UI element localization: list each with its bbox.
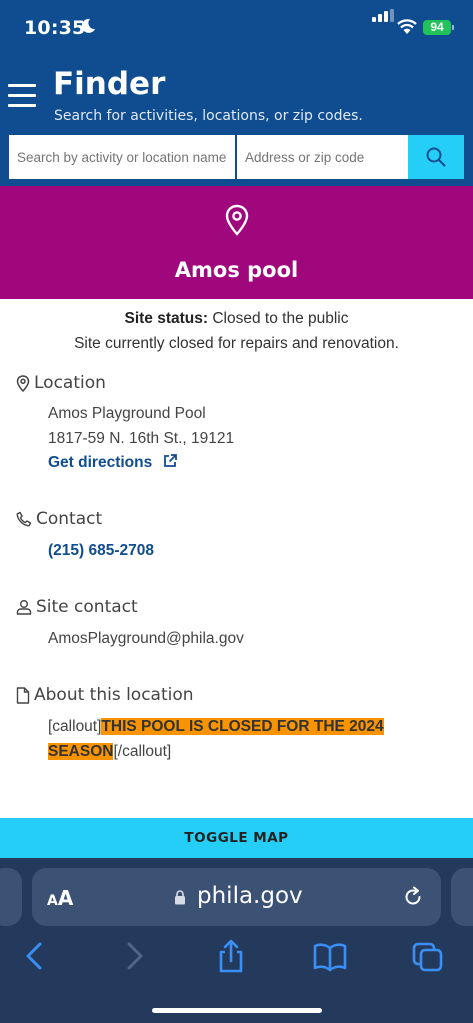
- document-icon: [16, 686, 30, 704]
- forward-icon[interactable]: [117, 938, 151, 974]
- back-icon[interactable]: [18, 938, 52, 974]
- search-icon: [426, 147, 446, 167]
- about-callout-line-2: SEASON[/callout]: [48, 743, 171, 761]
- address-search-input[interactable]: [237, 135, 408, 179]
- location-place-name: Amos Playground Pool: [48, 405, 206, 422]
- status-bar: 10:35 94: [0, 0, 473, 58]
- text-size-button[interactable]: AA: [47, 886, 73, 910]
- site-contact-heading-label: Site contact: [36, 597, 138, 617]
- tabs-icon[interactable]: [411, 938, 445, 974]
- moon-icon: [81, 18, 95, 33]
- about-callout-line-1: [callout]THIS POOL IS CLOSED FOR THE 202…: [48, 718, 384, 736]
- get-directions-link[interactable]: Get directions: [48, 454, 177, 472]
- callout-highlight-2: SEASON: [48, 743, 114, 760]
- battery-icon: 94: [423, 20, 451, 35]
- page-subtitle: Search for activities, locations, or zip…: [54, 108, 363, 124]
- activity-search-input[interactable]: [9, 135, 235, 179]
- finder-header: Finder Search for activities, locations,…: [0, 58, 473, 186]
- wifi-icon: [397, 19, 417, 34]
- site-status-note: Site currently closed for repairs and re…: [74, 335, 399, 352]
- reload-icon[interactable]: [402, 886, 424, 908]
- callout-open-tag: [callout]: [48, 718, 102, 735]
- site-contact-heading: Site contact: [16, 597, 138, 617]
- status-time: 10:35: [24, 17, 86, 39]
- site-status-label: Site status:: [124, 310, 209, 327]
- external-link-icon: [163, 454, 177, 467]
- get-directions-label: Get directions: [48, 454, 153, 471]
- home-indicator[interactable]: [152, 1008, 322, 1013]
- menu-icon[interactable]: [8, 84, 36, 108]
- toggle-map-button[interactable]: TOGGLE MAP: [0, 818, 473, 858]
- page-title: Finder: [53, 66, 166, 102]
- callout-close-tag: [/callout]: [113, 743, 172, 760]
- browser-toolbar: AA phila.gov: [0, 858, 473, 1023]
- search-button[interactable]: [408, 135, 464, 179]
- site-contact-email: AmosPlayground@phila.gov: [48, 630, 244, 647]
- location-heading: Location: [16, 373, 106, 393]
- contact-heading: Contact: [16, 509, 102, 529]
- map-pin-icon: [16, 374, 30, 392]
- text-size-big: A: [57, 886, 74, 910]
- user-icon: [16, 600, 32, 615]
- bookmarks-icon[interactable]: [313, 938, 347, 974]
- location-name: Amos pool: [174, 258, 299, 282]
- share-icon[interactable]: [214, 938, 248, 974]
- site-status-value: Closed to the public: [212, 310, 349, 327]
- contact-heading-label: Contact: [36, 509, 103, 529]
- phone-link[interactable]: (215) 685-2708: [48, 542, 154, 560]
- location-address: 1817-59 N. 16th St., 19121: [48, 430, 235, 447]
- next-tab-preview[interactable]: [451, 868, 473, 926]
- address-bar[interactable]: AA phila.gov: [32, 868, 441, 926]
- about-heading: About this location: [16, 685, 194, 705]
- site-status: Site status: Closed to the public: [0, 310, 473, 328]
- phone-icon: [16, 511, 32, 527]
- location-heading-label: Location: [34, 373, 106, 393]
- battery-tip: [452, 25, 454, 30]
- location-banner: Amos pool: [0, 186, 473, 299]
- about-heading-label: About this location: [34, 685, 194, 705]
- url-domain: phila.gov: [197, 883, 303, 909]
- previous-tab-preview[interactable]: [0, 868, 22, 926]
- callout-highlight-1: THIS POOL IS CLOSED FOR THE 2024: [101, 718, 384, 735]
- map-pin-icon: [225, 204, 249, 236]
- text-size-small: A: [47, 893, 58, 909]
- lock-icon: [175, 890, 185, 905]
